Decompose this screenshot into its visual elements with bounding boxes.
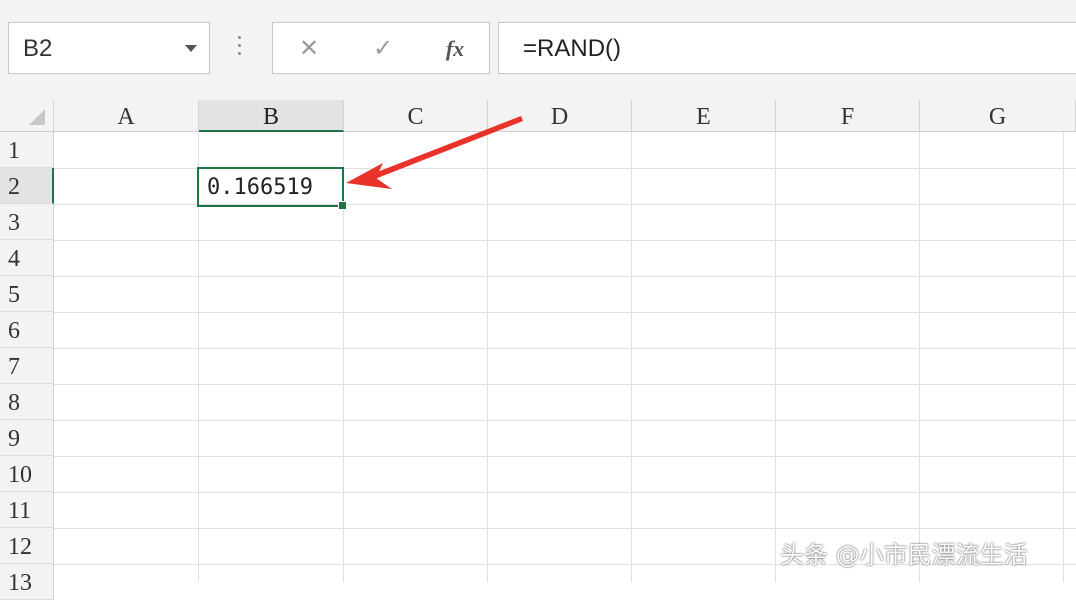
enter-check-icon[interactable]: ✓ (367, 33, 399, 65)
gridline (631, 132, 632, 582)
row-header-10[interactable]: 10 (0, 456, 54, 492)
name-box-dropdown-icon[interactable] (185, 45, 197, 52)
column-header-d[interactable]: D (488, 100, 632, 132)
column-header-f[interactable]: F (776, 100, 920, 132)
row-header-9[interactable]: 9 (0, 420, 54, 456)
gridline (54, 384, 1076, 385)
gridline (54, 240, 1076, 241)
gridline (775, 132, 776, 582)
row-header-13[interactable]: 13 (0, 564, 54, 600)
row-header-1[interactable]: 1 (0, 132, 54, 168)
column-header-b[interactable]: B (199, 100, 344, 132)
fill-handle[interactable] (338, 201, 347, 210)
gridline (54, 348, 1076, 349)
row-header-3[interactable]: 3 (0, 204, 54, 240)
column-header-a[interactable]: A (54, 100, 199, 132)
gridline (919, 132, 920, 582)
row-header-2[interactable]: 2 (0, 168, 54, 204)
gridline (54, 456, 1076, 457)
cancel-icon[interactable]: ✕ (293, 33, 325, 65)
formula-text[interactable]: =RAND() (523, 35, 621, 63)
spreadsheet-grid: A B C D E F G 1 2 3 4 5 6 7 8 9 10 11 12… (0, 100, 1076, 600)
formula-input[interactable]: =RAND() (498, 22, 1076, 74)
row-header-11[interactable]: 11 (0, 492, 54, 528)
column-header-e[interactable]: E (632, 100, 776, 132)
select-all-button[interactable] (0, 100, 54, 132)
column-header-g[interactable]: G (920, 100, 1076, 132)
row-header-7[interactable]: 7 (0, 348, 54, 384)
gridline (54, 528, 1076, 529)
gridline (54, 276, 1076, 277)
gridline (54, 420, 1076, 421)
formula-bar: B2 ✕ ✓ fx =RAND() (0, 0, 1076, 101)
function-icon[interactable]: fx (439, 33, 471, 65)
gridline (54, 312, 1076, 313)
active-cell-selection[interactable] (197, 167, 347, 210)
gridline (54, 492, 1076, 493)
gridline (1063, 132, 1064, 582)
row-header-5[interactable]: 5 (0, 276, 54, 312)
select-all-triangle-icon (29, 109, 45, 125)
watermark: 头条 @小市民漂流生活 (780, 541, 1028, 569)
gridline (487, 132, 488, 582)
row-header-8[interactable]: 8 (0, 384, 54, 420)
row-header-4[interactable]: 4 (0, 240, 54, 276)
drag-handle-icon[interactable] (236, 36, 242, 64)
name-box-value[interactable]: B2 (23, 35, 52, 63)
column-header-c[interactable]: C (344, 100, 488, 132)
name-box[interactable]: B2 (8, 22, 210, 74)
formula-buttons: ✕ ✓ fx (272, 22, 490, 74)
row-header-6[interactable]: 6 (0, 312, 54, 348)
row-header-12[interactable]: 12 (0, 528, 54, 564)
